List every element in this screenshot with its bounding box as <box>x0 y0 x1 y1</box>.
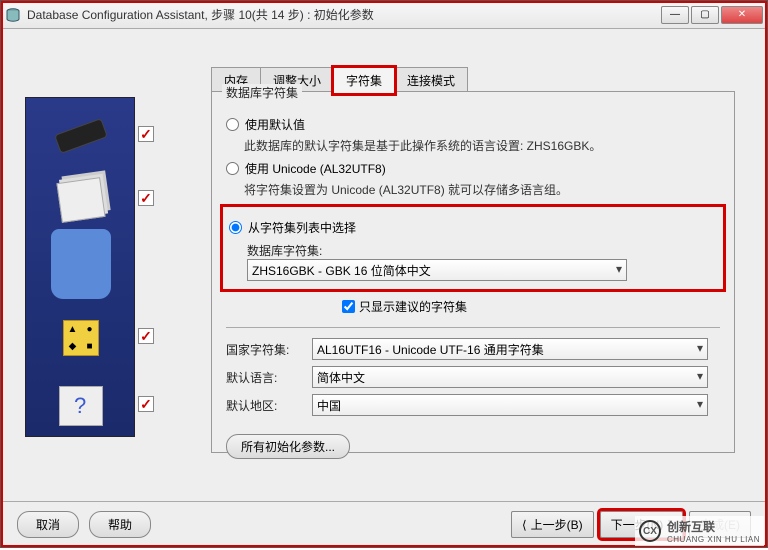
maximize-button[interactable]: ▢ <box>691 6 719 24</box>
radio-select-from-list-label: 从字符集列表中选择 <box>248 219 356 236</box>
tab-connection-mode[interactable]: 连接模式 <box>394 67 468 94</box>
radio-select-from-list[interactable] <box>229 221 242 234</box>
radio-use-unicode-label: 使用 Unicode (AL32UTF8) <box>245 160 386 177</box>
close-button[interactable]: ✕ <box>721 6 763 24</box>
back-arrow-icon: ⟨ <box>522 518 527 532</box>
groupbox-title: 数据库字符集 <box>222 84 302 101</box>
show-recommended-checkbox[interactable] <box>342 300 355 313</box>
watermark-sub: CHUANG XIN HU LIAN <box>667 535 760 544</box>
wizard-sidebar-image: ✓ ✓ ▲●◆■✓ ✓ <box>25 97 135 437</box>
radio-use-unicode[interactable] <box>226 162 239 175</box>
window-buttons: — ▢ ✕ <box>661 6 763 24</box>
select-from-list-block: 从字符集列表中选择 数据库字符集: ZHS16GBK - GBK 16 位简体中… <box>220 204 726 292</box>
use-unicode-description: 将字符集设置为 Unicode (AL32UTF8) 就可以存储多语言组。 <box>244 181 720 198</box>
cancel-button[interactable]: 取消 <box>17 511 79 538</box>
default-language-combo[interactable]: 简体中文 <box>312 366 708 388</box>
watermark-logo-icon: CX <box>639 520 661 542</box>
step-check-icon: ✓ <box>138 126 154 142</box>
window-title: Database Configuration Assistant, 步骤 10(… <box>27 6 661 23</box>
step-check-icon: ✓ <box>138 328 154 344</box>
default-language-label: 默认语言: <box>226 369 312 386</box>
step-check-icon: ✓ <box>138 190 154 206</box>
tab-charset[interactable]: 字符集 <box>333 67 395 94</box>
show-recommended-label: 只显示建议的字符集 <box>359 298 467 315</box>
titlebar: Database Configuration Assistant, 步骤 10(… <box>1 1 767 29</box>
database-charset-groupbox: 数据库字符集 使用默认值 此数据库的默认字符集是基于此操作系统的语言设置: ZH… <box>211 91 735 453</box>
separator <box>226 327 720 328</box>
db-charset-label: 数据库字符集: <box>247 242 337 259</box>
all-init-params-button[interactable]: 所有初始化参数... <box>226 434 350 459</box>
question-papers-icon <box>59 386 103 426</box>
national-charset-label: 国家字符集: <box>226 341 312 358</box>
use-default-description: 此数据库的默认字符集是基于此操作系统的语言设置: ZHS16GBK。 <box>244 137 720 154</box>
default-locale-label: 默认地区: <box>226 397 312 414</box>
back-button-label: 上一步(B) <box>531 516 583 533</box>
papers-icon <box>56 177 105 223</box>
help-button[interactable]: 帮助 <box>89 511 151 538</box>
watermark-brand: 创新互联 <box>667 518 760 535</box>
app-icon <box>5 7 21 23</box>
default-locale-combo[interactable]: 中国 <box>312 394 708 416</box>
national-charset-combo[interactable]: AL16UTF16 - Unicode UTF-16 通用字符集 <box>312 338 708 360</box>
watermark: CX 创新互联 CHUANG XIN HU LIAN <box>635 516 764 546</box>
back-button[interactable]: ⟨ 上一步(B) <box>511 511 594 538</box>
radio-use-default[interactable] <box>226 118 239 131</box>
db-charset-combo[interactable]: ZHS16GBK - GBK 16 位简体中文 <box>247 259 627 281</box>
shapes-icon: ▲●◆■ <box>63 320 99 356</box>
chip-icon <box>54 118 108 154</box>
database-icon <box>51 229 111 299</box>
step-check-icon: ✓ <box>138 396 154 412</box>
radio-use-default-label: 使用默认值 <box>245 116 305 133</box>
minimize-button[interactable]: — <box>661 6 689 24</box>
